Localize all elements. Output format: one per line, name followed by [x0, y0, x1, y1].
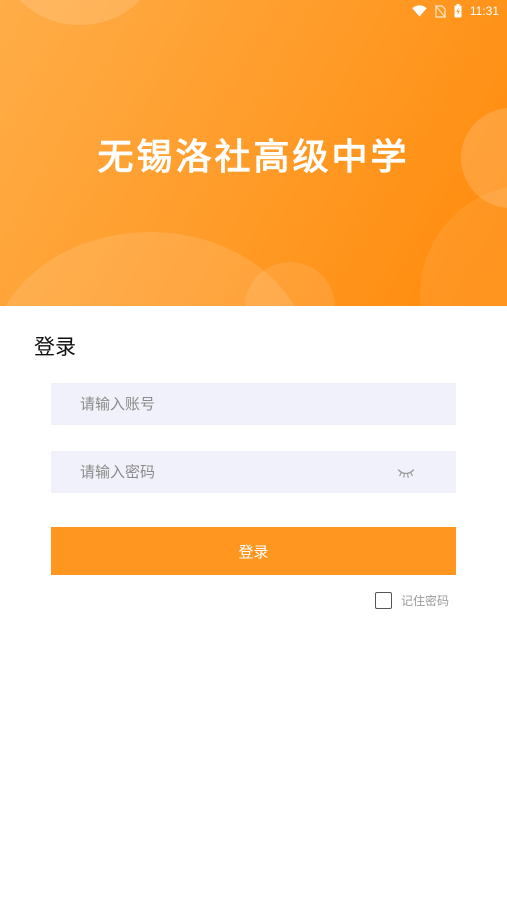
no-sim-icon: [434, 4, 446, 18]
account-input[interactable]: [51, 383, 456, 425]
login-button[interactable]: 登录: [51, 527, 456, 575]
header-banner: 11:31 无锡洛社高级中学: [0, 0, 507, 306]
decorative-circle: [420, 185, 507, 306]
school-title: 无锡洛社高级中学: [97, 137, 410, 178]
remember-password-label: 记住密码: [401, 594, 450, 608]
remember-password[interactable]: 记住密码: [375, 592, 449, 609]
login-heading: 登录: [34, 335, 76, 359]
wifi-icon: [412, 5, 427, 17]
eye-closed-icon: [397, 463, 415, 482]
decorative-circle: [0, 0, 160, 25]
remember-password-checkbox[interactable]: [375, 592, 392, 609]
battery-charging-icon: [454, 4, 462, 18]
status-bar: 11:31: [412, 0, 507, 22]
password-visibility-toggle[interactable]: [396, 463, 416, 481]
status-time: 11:31: [469, 4, 499, 18]
